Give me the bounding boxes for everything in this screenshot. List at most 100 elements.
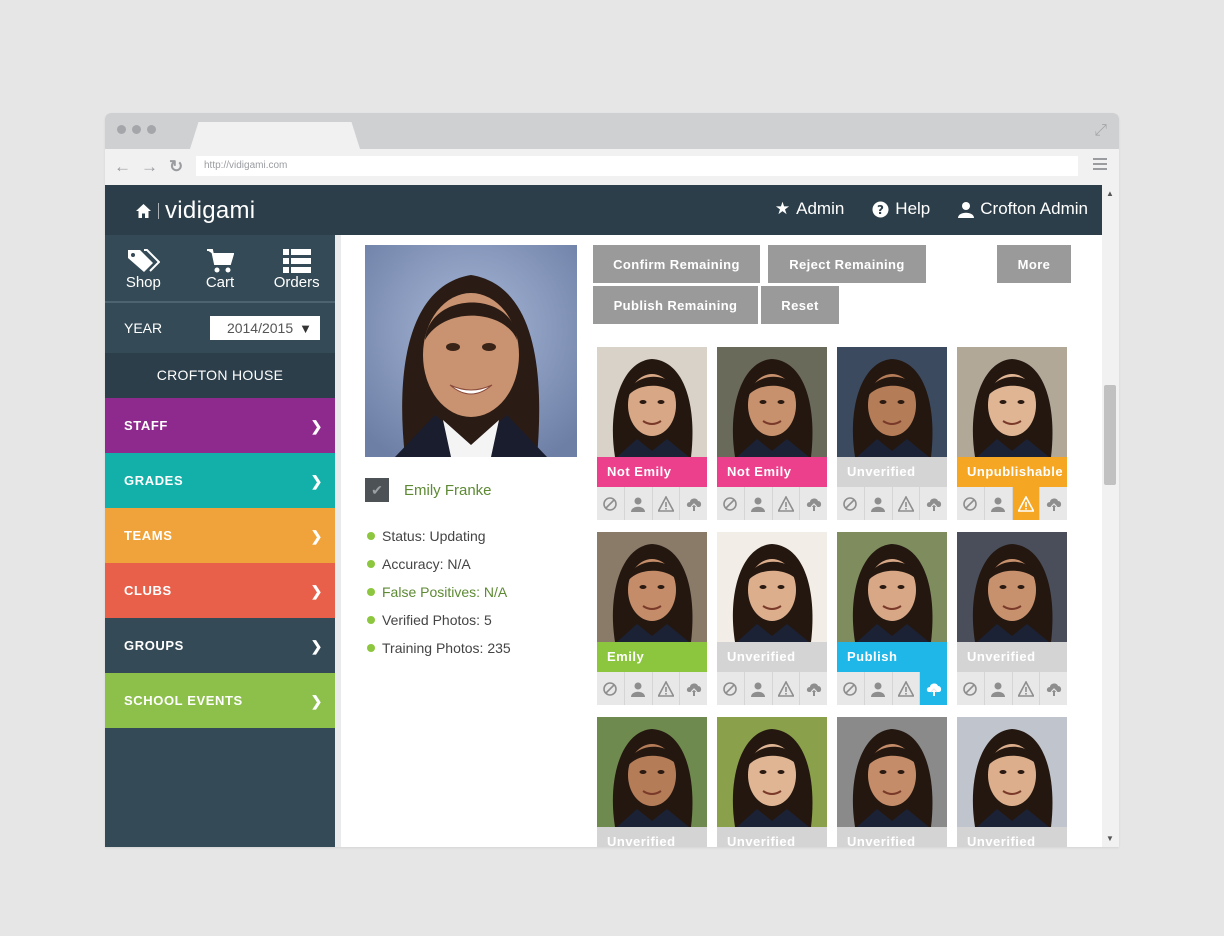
warning-icon[interactable] [653, 487, 681, 520]
logo[interactable]: vidigami [135, 197, 255, 225]
stat-status: Status: Updating [367, 522, 511, 550]
person-icon[interactable] [865, 487, 893, 520]
sidebar-item-clubs[interactable]: CLUBS ❯ [105, 563, 335, 618]
photo-card[interactable]: Unverified [717, 532, 827, 707]
more-button[interactable]: More [997, 245, 1071, 283]
person-icon[interactable] [745, 672, 773, 705]
thumbnail[interactable] [957, 717, 1067, 827]
tab-bar: ⤢ [105, 113, 1119, 149]
orders-link[interactable]: Orders [258, 235, 335, 301]
block-icon[interactable] [837, 672, 865, 705]
warning-icon[interactable] [893, 672, 921, 705]
block-icon[interactable] [957, 487, 985, 520]
sidebar-item-school-events[interactable]: SCHOOL EVENTS ❯ [105, 673, 335, 728]
scroll-thumb[interactable] [1104, 385, 1116, 485]
forward-icon[interactable]: → [141, 157, 158, 177]
sidebar-item-grades[interactable]: GRADES ❯ [105, 453, 335, 508]
scrollbar[interactable]: ▲ ▼ [1102, 185, 1119, 847]
photo-status: Not Emily [597, 457, 707, 487]
scroll-up-icon[interactable]: ▲ [1106, 189, 1114, 198]
person-icon[interactable] [865, 672, 893, 705]
person-icon[interactable] [625, 672, 653, 705]
thumbnail[interactable] [957, 532, 1067, 642]
reload-icon[interactable]: ↻ [169, 157, 183, 177]
photo-card[interactable]: Publish [837, 532, 947, 707]
thumbnail[interactable] [837, 532, 947, 642]
photo-card[interactable]: Unverified [717, 717, 827, 847]
warning-icon[interactable] [893, 487, 921, 520]
year-label: YEAR [124, 320, 163, 336]
photo-card[interactable]: Not Emily [597, 347, 707, 522]
warning-icon[interactable] [773, 672, 801, 705]
confirm-checkbox[interactable]: ✔ [365, 478, 389, 502]
block-icon[interactable] [597, 672, 625, 705]
warning-icon[interactable] [653, 672, 681, 705]
chevron-right-icon: ❯ [310, 528, 323, 544]
thumbnail[interactable] [957, 347, 1067, 457]
help-icon: ? [872, 201, 889, 217]
browser-menu-icon[interactable] [1093, 158, 1107, 173]
block-icon[interactable] [597, 487, 625, 520]
upload-cloud-icon[interactable] [680, 487, 707, 520]
window-controls[interactable] [117, 125, 156, 134]
upload-cloud-icon[interactable] [920, 487, 947, 520]
expand-icon[interactable]: ⤢ [1094, 122, 1107, 140]
reject-remaining-button[interactable]: Reject Remaining [768, 245, 926, 283]
thumbnail[interactable] [717, 347, 827, 457]
admin-link[interactable]: ★ Admin [775, 199, 844, 219]
photo-card[interactable]: Unverified [957, 717, 1067, 847]
photo-card[interactable]: Emily [597, 532, 707, 707]
photo-actions [597, 672, 707, 705]
warning-icon[interactable] [1013, 672, 1041, 705]
thumbnail[interactable] [597, 532, 707, 642]
photo-card[interactable]: Unverified [597, 717, 707, 847]
confirm-remaining-button[interactable]: Confirm Remaining [593, 245, 760, 283]
cart-link[interactable]: Cart [182, 235, 259, 301]
sidebar-item-groups[interactable]: GROUPS ❯ [105, 618, 335, 673]
photo-card[interactable]: Unverified [837, 717, 947, 847]
help-link[interactable]: ? Help [872, 199, 930, 219]
stat-false-positives[interactable]: False Positives: N/A [367, 578, 511, 606]
url-input[interactable]: http://vidigami.com [196, 156, 1078, 176]
publish-remaining-button[interactable]: Publish Remaining [593, 286, 758, 324]
thumbnail[interactable] [597, 717, 707, 827]
upload-cloud-icon[interactable] [1040, 672, 1067, 705]
thumbnail[interactable] [717, 717, 827, 827]
sidebar-item-label: SCHOOL EVENTS [124, 693, 243, 708]
sidebar-item-teams[interactable]: TEAMS ❯ [105, 508, 335, 563]
sidebar-item-staff[interactable]: STAFF ❯ [105, 398, 335, 453]
person-icon[interactable] [745, 487, 773, 520]
person-icon[interactable] [625, 487, 653, 520]
stat-text[interactable]: False Positives: N/A [382, 584, 507, 600]
thumbnail[interactable] [717, 532, 827, 642]
thumbnail[interactable] [837, 717, 947, 827]
upload-cloud-icon[interactable] [920, 672, 947, 705]
photo-card[interactable]: Unpublishable [957, 347, 1067, 522]
block-icon[interactable] [957, 672, 985, 705]
browser-tab[interactable] [190, 122, 360, 149]
person-icon[interactable] [985, 487, 1013, 520]
user-menu[interactable]: Crofton Admin [958, 199, 1088, 219]
upload-cloud-icon[interactable] [680, 672, 707, 705]
reset-button[interactable]: Reset [761, 286, 839, 324]
photo-card[interactable]: Unverified [957, 532, 1067, 707]
upload-cloud-icon[interactable] [800, 487, 827, 520]
thumbnail[interactable] [837, 347, 947, 457]
upload-cloud-icon[interactable] [800, 672, 827, 705]
block-icon[interactable] [717, 672, 745, 705]
block-icon[interactable] [717, 487, 745, 520]
upload-cloud-icon[interactable] [1040, 487, 1067, 520]
photo-card[interactable]: Not Emily [717, 347, 827, 522]
star-icon: ★ [774, 199, 791, 218]
warning-icon[interactable] [1012, 487, 1041, 520]
photo-card[interactable]: Unverified [837, 347, 947, 522]
thumbnail[interactable] [597, 347, 707, 457]
person-icon[interactable] [985, 672, 1013, 705]
scroll-down-icon[interactable]: ▼ [1106, 834, 1114, 843]
back-icon[interactable]: ← [114, 157, 131, 177]
shop-link[interactable]: Shop [105, 235, 182, 301]
year-select[interactable]: 2014/2015 ▼ [210, 316, 320, 340]
block-icon[interactable] [837, 487, 865, 520]
stat-accuracy: Accuracy: N/A [367, 550, 511, 578]
warning-icon[interactable] [773, 487, 801, 520]
